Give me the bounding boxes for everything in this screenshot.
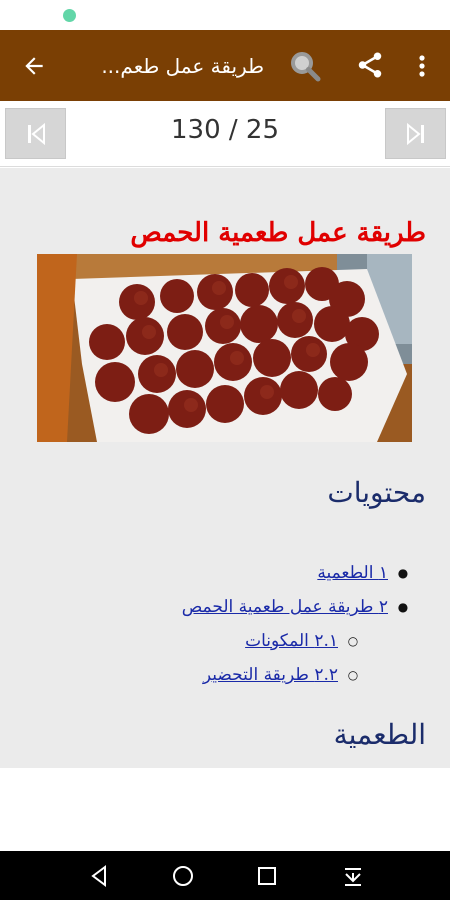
nav-hide-icon[interactable] — [340, 863, 366, 889]
arrow-back-icon[interactable] — [18, 50, 50, 82]
skip-last-icon — [406, 122, 424, 145]
page-counter: 130 / 25 — [171, 115, 279, 145]
toc-subitem: ○ ٢.١ المكونات — [182, 624, 360, 658]
toc-link[interactable]: ٢ طريقة عمل طعمية الحمص — [182, 597, 388, 617]
skip-first-icon — [27, 122, 45, 145]
app-bar: طريقة عمل طعم... — [0, 30, 450, 101]
status-bar — [0, 0, 450, 30]
table-of-contents: ● ١ الطعمية ● ٢ طريقة عمل طعمية الحمص ○ … — [182, 556, 410, 692]
share-icon[interactable] — [355, 50, 387, 82]
toc-heading: محتويات — [327, 476, 426, 509]
notification-dot-icon — [63, 9, 76, 22]
article-content: طريقة عمل طعمية الحمص محتويات ● ١ الطعمي… — [0, 168, 450, 768]
toc-link[interactable]: ١ الطعمية — [317, 563, 388, 583]
toc-item: ● ١ الطعمية — [182, 556, 410, 590]
nav-back-icon[interactable] — [86, 863, 112, 889]
falafel-photo — [37, 254, 412, 442]
system-nav-bar — [0, 851, 450, 900]
toc-subitem: ○ ٢.٢ طريقة التحضير — [182, 658, 360, 692]
content-footer — [0, 768, 450, 851]
nav-home-icon[interactable] — [170, 863, 196, 889]
toc-link[interactable]: ٢.١ المكونات — [245, 631, 338, 651]
pager-bar: 130 / 25 — [0, 101, 450, 167]
last-page-button[interactable] — [385, 108, 446, 159]
toc-item: ● ٢ طريقة عمل طعمية الحمص — [182, 590, 410, 624]
hollow-bullet-icon: ○ — [347, 634, 359, 648]
bullet-icon: ● — [397, 566, 409, 580]
nav-recents-icon[interactable] — [254, 863, 280, 889]
article-title: طريقة عمل طعمية الحمص — [130, 218, 426, 248]
toc-link[interactable]: ٢.٢ طريقة التحضير — [203, 665, 338, 685]
bullet-icon: ● — [397, 600, 409, 614]
app-bar-title: طريقة عمل طعم... — [101, 54, 264, 78]
more-vert-icon[interactable] — [410, 50, 434, 82]
hollow-bullet-icon: ○ — [347, 668, 359, 682]
first-page-button[interactable] — [5, 108, 66, 159]
section-heading: الطعمية — [333, 718, 426, 751]
search-icon[interactable] — [288, 49, 322, 83]
